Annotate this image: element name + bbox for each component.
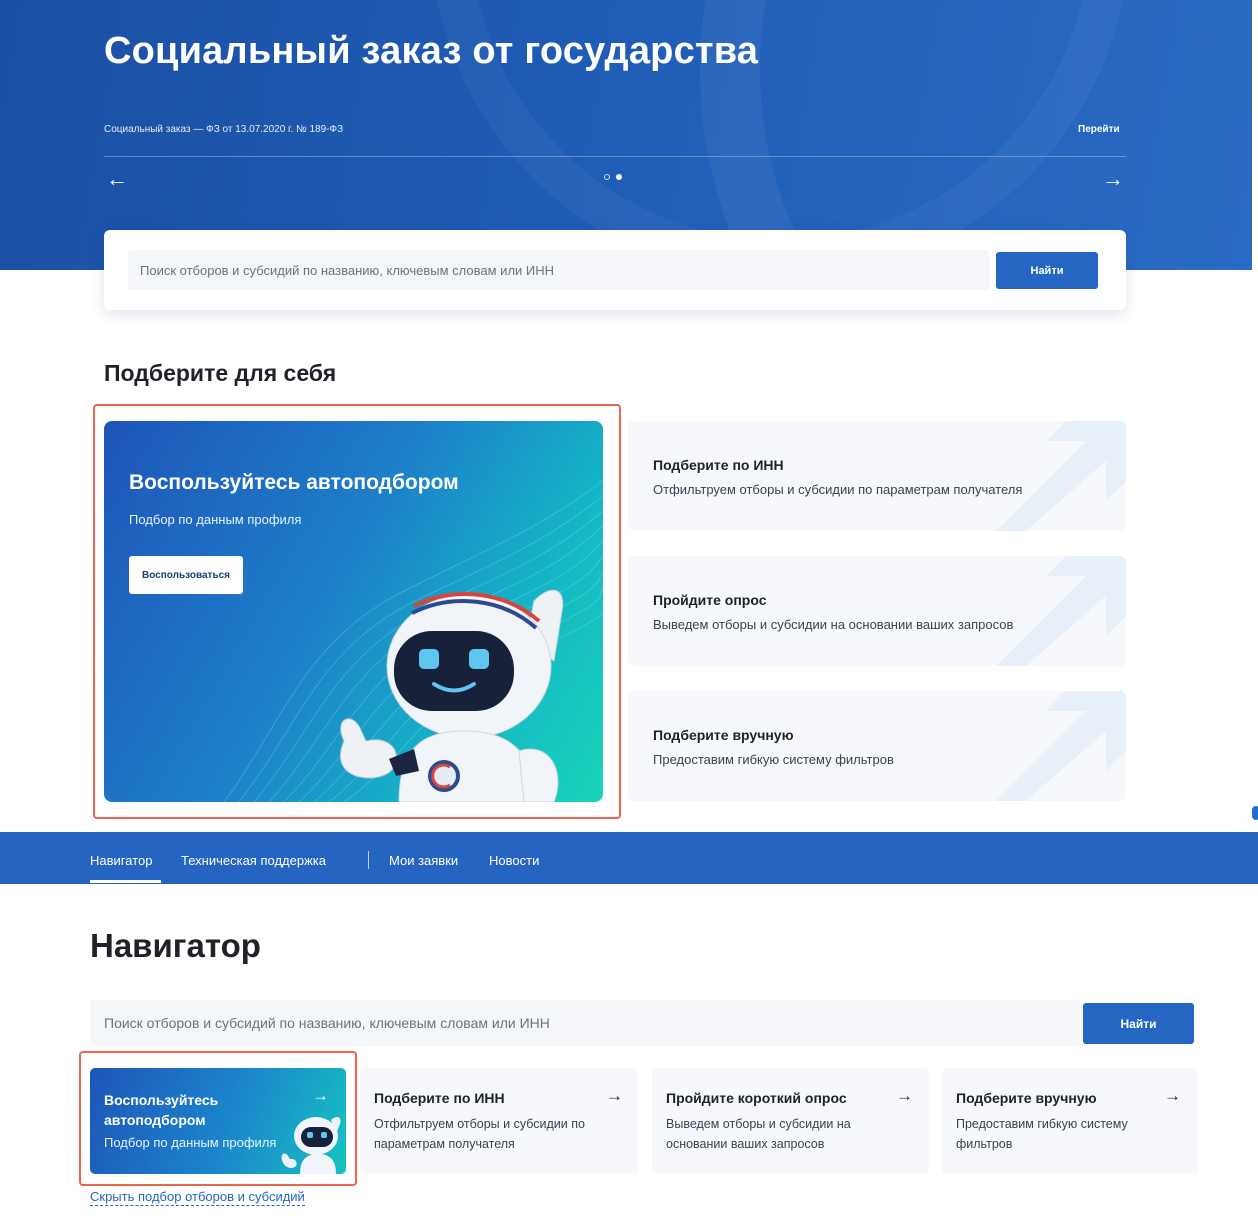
arrow-right-icon: → (896, 1086, 913, 1105)
autopick-subtitle: Подбор по данным профиля (129, 512, 302, 527)
nav-item-support[interactable]: Техническая поддержка (181, 853, 326, 868)
mini-card-inn[interactable]: Подберите по ИНН Отфильтруем отборы и су… (360, 1068, 638, 1174)
robot-mascot-icon (281, 1117, 341, 1174)
diagonal-arrow-decor-icon (996, 691, 1126, 801)
option-description: Выведем отборы и субсидии на основании в… (653, 617, 1014, 632)
hero-go-link[interactable]: Перейти (1078, 124, 1120, 135)
navigator-title: Навигатор (90, 927, 261, 964)
mini-card-title: Подберите вручную (956, 1090, 1097, 1106)
option-description: Предоставим гибкую систему фильтров (653, 752, 894, 767)
option-description: Отфильтруем отборы и субсидии по парамет… (653, 482, 1023, 497)
mini-card-manual[interactable]: Подберите вручную Предоставим гибкую сис… (942, 1068, 1198, 1174)
hero-divider (104, 156, 1126, 157)
nav-separator (368, 851, 369, 869)
option-card-survey[interactable]: Пройдите опрос Выведем отборы и субсидии… (628, 556, 1126, 666)
arrow-left-icon[interactable]: ← (104, 166, 130, 192)
top-search-card: Найти (104, 230, 1126, 310)
scroll-edge-indicator (1252, 806, 1258, 820)
autopick-mini-subtitle: Подбор по данным профиля (104, 1135, 277, 1150)
robot-mascot-icon (340, 589, 564, 802)
autopick-promo-card[interactable]: Воспользуйтесь автоподбором Подбор по да… (104, 421, 603, 802)
option-card-inn[interactable]: Подберите по ИНН Отфильтруем отборы и су… (628, 421, 1126, 531)
diagonal-arrow-decor-icon (996, 556, 1126, 666)
option-title: Пройдите опрос (653, 592, 767, 608)
hero-subtitle: Социальный заказ — ФЗ от 13.07.2020 г. №… (104, 124, 344, 135)
autopick-mini-card[interactable]: Воспользуйтесь автоподбором Подбор по да… (90, 1068, 346, 1174)
hide-selection-link[interactable]: Скрыть подбор отборов и субсидий (90, 1189, 305, 1206)
slider-dot-2[interactable] (616, 174, 622, 180)
pick-section-title: Подберите для себя (104, 360, 337, 386)
nav-item-news[interactable]: Новости (489, 853, 539, 868)
arrow-right-icon: → (606, 1086, 623, 1105)
mini-card-description: Выведем отборы и субсидии на основании в… (666, 1117, 851, 1151)
nav-item-navigator[interactable]: Навигатор (90, 853, 152, 868)
nav-item-my-applications[interactable]: Мои заявки (389, 853, 458, 868)
top-search-input[interactable] (128, 250, 990, 290)
navigator-search-button[interactable]: Найти (1083, 1003, 1194, 1044)
top-search-button[interactable]: Найти (996, 252, 1098, 289)
diagonal-arrow-decor-icon (996, 421, 1126, 531)
option-title: Подберите по ИНН (653, 457, 784, 473)
mini-card-survey[interactable]: Пройдите короткий опрос Выведем отборы и… (652, 1068, 929, 1174)
option-card-manual[interactable]: Подберите вручную Предоставим гибкую сис… (628, 691, 1126, 801)
slider-dots (604, 174, 622, 180)
mini-card-description: Предоставим гибкую систему фильтров (956, 1117, 1128, 1151)
hero-title: Социальный заказ от государства (104, 30, 759, 72)
mini-card-title: Подберите по ИНН (374, 1090, 505, 1106)
mini-card-description: Отфильтруем отборы и субсидии по парамет… (374, 1117, 585, 1151)
mini-card-title: Пройдите короткий опрос (666, 1090, 847, 1106)
arrow-right-icon: → (312, 1086, 329, 1105)
autopick-title: Воспользуйтесь автоподбором (129, 471, 459, 494)
nav-active-indicator (90, 880, 161, 883)
navigator-search-input[interactable] (90, 1000, 1080, 1046)
autopick-mini-title: Воспользуйтесь автоподбором (104, 1092, 219, 1128)
option-title: Подберите вручную (653, 727, 794, 743)
autopick-use-button[interactable]: Воспользоваться (129, 556, 243, 594)
main-navbar: Навигатор Техническая поддержка Мои заяв… (0, 832, 1258, 884)
slider-dot-1[interactable] (604, 174, 610, 180)
arrow-right-icon: → (1164, 1086, 1181, 1105)
arrow-right-icon[interactable]: → (1100, 166, 1126, 192)
